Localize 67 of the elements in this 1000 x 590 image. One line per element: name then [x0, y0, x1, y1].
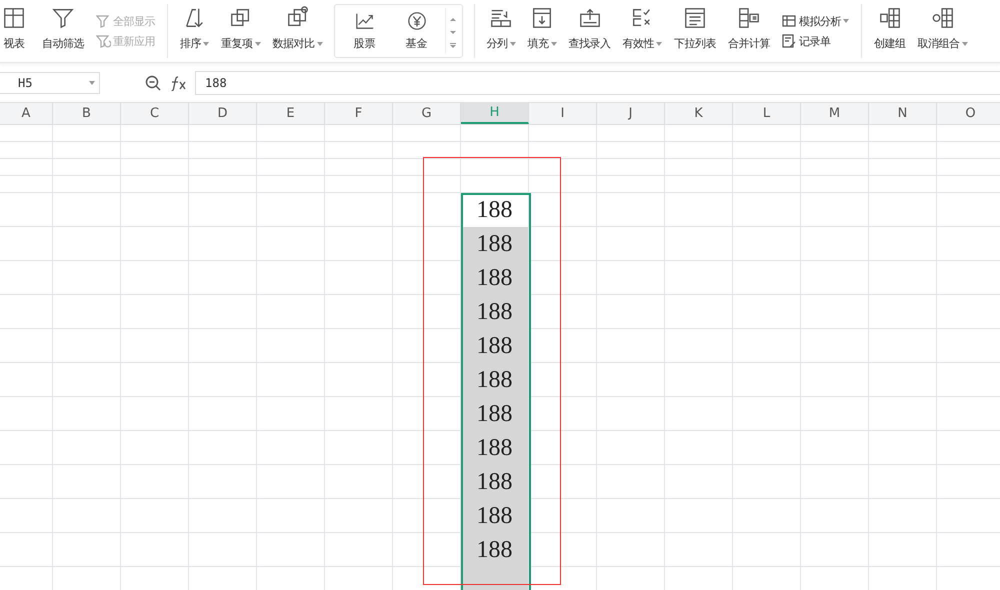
table-cell[interactable]: 188 — [461, 295, 528, 329]
gallery-item[interactable]: 股票 — [340, 11, 388, 51]
table-cell[interactable]: 188 — [461, 465, 528, 499]
caret-icon — [316, 42, 322, 46]
ungroup-icon — [930, 6, 954, 30]
column-header[interactable]: O — [937, 103, 1000, 124]
column-header[interactable]: L — [733, 103, 801, 124]
table-cell[interactable]: 188 — [461, 227, 528, 261]
toolbar-button[interactable]: 有效性 — [620, 0, 664, 62]
toolbar-button[interactable]: 下拉列表 — [672, 0, 718, 62]
caret-icon — [962, 42, 968, 46]
toolbar-button[interactable]: 排序 — [178, 0, 211, 62]
toolbar-button[interactable]: 取消组合 — [916, 0, 970, 62]
caret-icon — [89, 80, 95, 84]
table-cell[interactable]: 188 — [461, 499, 528, 533]
group-icon — [878, 6, 902, 30]
column-header[interactable]: B — [53, 103, 121, 124]
column-header[interactable]: A — [0, 103, 53, 124]
toolbar-button[interactable]: 查找录入 — [566, 0, 612, 62]
table-cell[interactable]: 188 — [461, 363, 528, 397]
chart-icon — [354, 11, 376, 31]
toolbar-button[interactable]: 填充 — [526, 0, 558, 62]
column-header[interactable]: I — [529, 103, 597, 124]
column-header[interactable]: E — [257, 103, 325, 124]
column-header[interactable]: J — [597, 103, 665, 124]
caret-icon — [843, 19, 849, 23]
toolbar-button[interactable]: 模拟分析 — [782, 14, 849, 28]
toolbar-button[interactable]: 数据对比 — [270, 0, 324, 62]
toolbar-button[interactable]: 自动筛选 — [40, 0, 86, 62]
caret-icon — [203, 42, 209, 46]
table-cell[interactable]: 188 — [461, 431, 528, 465]
column-header[interactable]: D — [189, 103, 257, 124]
gallery-item[interactable]: 基金 — [392, 11, 440, 51]
funnel-refresh-icon — [96, 34, 111, 48]
list-window-icon — [683, 6, 707, 30]
column-header[interactable]: K — [665, 103, 733, 124]
toolbar-button[interactable]: 记录单 — [782, 34, 849, 48]
caret-icon — [656, 42, 662, 46]
toolbar-button[interactable]: 分列 — [484, 0, 518, 62]
caret-icon — [254, 42, 260, 46]
table-cell[interactable]: 188 — [461, 329, 528, 363]
fill-down-icon — [530, 6, 554, 30]
name-box[interactable]: H5 — [0, 72, 100, 94]
merge-columns-icon — [737, 6, 761, 30]
caret-icon — [550, 42, 556, 46]
table-question-icon — [782, 14, 797, 28]
column-header[interactable]: M — [801, 103, 869, 124]
function-icon[interactable] — [169, 74, 187, 90]
toolbar-button[interactable]: 重复项 — [219, 0, 262, 62]
funnel-icon — [51, 6, 75, 30]
table-cell[interactable]: 188 — [461, 397, 528, 431]
column-header[interactable]: C — [121, 103, 189, 124]
formula-field[interactable]: 188 — [195, 70, 1000, 94]
funnel-icon — [96, 14, 111, 28]
caret-icon — [510, 42, 516, 46]
toolbar-button[interactable]: 创建组 — [872, 0, 908, 62]
toolbar-button[interactable]: 视表 — [0, 0, 28, 62]
table-cell[interactable]: 188 — [461, 261, 528, 295]
column-header[interactable]: N — [869, 103, 937, 124]
toolbar-button[interactable]: 合并计算 — [726, 0, 772, 62]
table-cell[interactable]: 188 — [461, 533, 528, 567]
form-edit-icon — [782, 34, 797, 48]
zoom-icon[interactable] — [145, 74, 161, 90]
upload-box-icon — [578, 6, 602, 30]
column-header[interactable]: F — [325, 103, 393, 124]
table-icon — [2, 6, 26, 30]
yen-icon — [406, 11, 428, 31]
